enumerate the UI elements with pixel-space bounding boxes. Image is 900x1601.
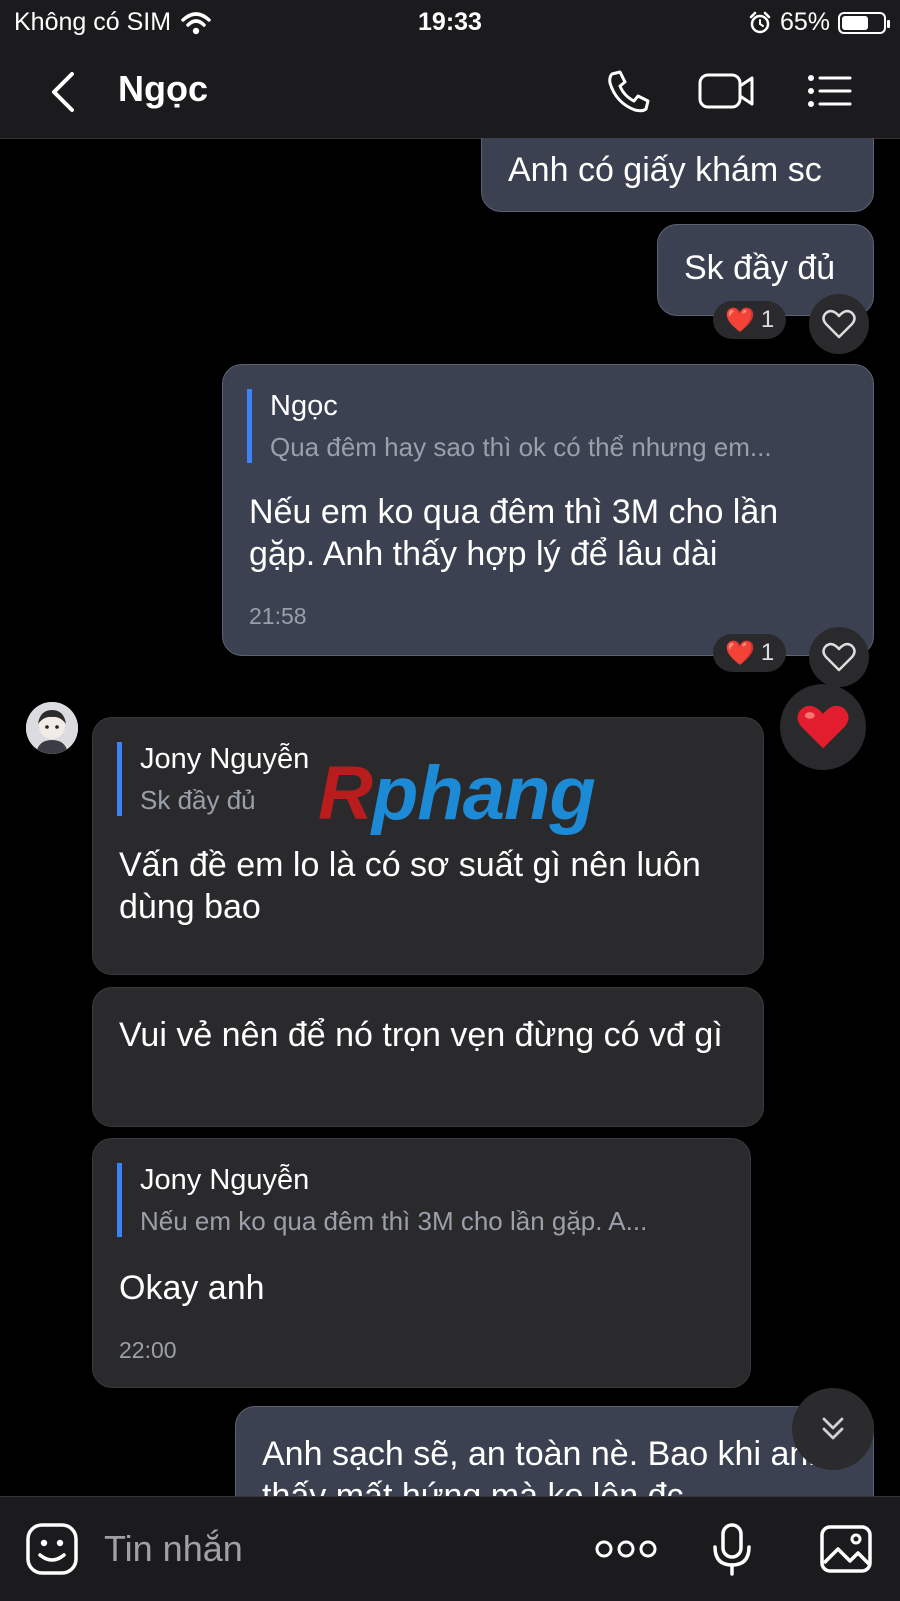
reaction-count: 1 (760, 639, 775, 666)
quoted-text: Qua đêm hay sao thì ok có thể nhưng em..… (270, 432, 772, 462)
quoted-reply[interactable]: Ngọc Qua đêm hay sao thì ok có thể nhưng… (247, 389, 845, 463)
message-text: Vấn đề em lo là có sơ suất gì nên luôn d… (119, 846, 701, 926)
heart-emoji: ❤️ (725, 306, 755, 334)
incoming-message[interactable]: Vui vẻ nên để nó trọn vẹn đừng có vđ gì (92, 987, 764, 1127)
heart-outline-icon (822, 642, 856, 672)
message-text: Anh sạch sẽ, an toàn nè. Bao khi anh thấ… (262, 1435, 828, 1496)
message-time: 22:00 (119, 1337, 177, 1363)
contact-name[interactable]: Ngọc (118, 68, 208, 110)
more-options-icon[interactable] (594, 1521, 658, 1577)
reaction-badge[interactable]: ❤️ 1 (713, 634, 787, 672)
watermark-first: R (318, 751, 373, 836)
message-input[interactable] (102, 1523, 546, 1575)
double-chevron-down-icon (822, 1417, 844, 1440)
message-text: Vui vẻ nên để nó trọn vẹn đừng có vđ gì (119, 1016, 723, 1054)
status-bar: Không có SIM 19:33 65% (0, 0, 900, 46)
quoted-author: Jony Nguyễn (140, 1164, 310, 1196)
battery-icon (838, 11, 890, 34)
outgoing-message[interactable]: Anh có giấy khám sc (481, 138, 874, 212)
message-text: Okay anh (119, 1269, 265, 1307)
video-call-icon[interactable] (696, 66, 758, 116)
incoming-message[interactable]: Jony Nguyễn Nếu em ko qua đêm thì 3M cho… (92, 1138, 751, 1388)
composer-bar (0, 1496, 900, 1601)
scroll-to-bottom-button[interactable] (792, 1388, 874, 1470)
watermark-logo: Rphang (318, 750, 596, 837)
message-time: 21:58 (249, 603, 307, 629)
menu-list-icon[interactable] (806, 66, 854, 116)
heart-icon (797, 705, 849, 749)
message-text: Anh có giấy khám sc (508, 151, 822, 189)
avatar-image (26, 702, 78, 754)
phone-icon[interactable] (602, 66, 658, 116)
quick-heart-button[interactable] (780, 684, 866, 770)
battery-fill (842, 15, 868, 30)
message-text: Sk đầy đủ (684, 249, 836, 287)
heart-outline-icon (822, 309, 856, 339)
sticker-emoji-icon[interactable] (24, 1521, 80, 1577)
avatar[interactable] (26, 702, 78, 754)
alarm-icon (749, 11, 771, 33)
quoted-reply[interactable]: Jony Nguyễn Nếu em ko qua đêm thì 3M cho… (117, 1163, 725, 1237)
quoted-author: Ngọc (270, 390, 338, 422)
outgoing-message[interactable]: Ngọc Qua đêm hay sao thì ok có thể nhưng… (222, 364, 874, 656)
heart-emoji: ❤️ (725, 639, 755, 667)
battery-percent: 65% (779, 8, 830, 36)
back-chevron-icon[interactable] (44, 70, 84, 114)
reaction-badge[interactable]: ❤️ 1 (713, 301, 787, 339)
watermark-rest: phang (371, 751, 596, 836)
chat-header: Ngọc (0, 46, 900, 139)
message-text: Nếu em ko qua đêm thì 3M cho lần gặp. An… (249, 493, 779, 573)
status-right: 65% (748, 8, 890, 37)
like-button[interactable] (809, 294, 869, 354)
reaction-count: 1 (760, 306, 775, 333)
quoted-text: Nếu em ko qua đêm thì 3M cho lần gặp. A.… (140, 1206, 648, 1236)
message-list[interactable]: Anh có giấy khám sc Sk đầy đủ ❤️ 1 Ngọc … (0, 138, 900, 1496)
like-button[interactable] (809, 627, 869, 687)
microphone-icon[interactable] (704, 1521, 760, 1577)
image-gallery-icon[interactable] (818, 1521, 874, 1577)
outgoing-message[interactable]: Anh sạch sẽ, an toàn nè. Bao khi anh thấ… (235, 1406, 874, 1496)
